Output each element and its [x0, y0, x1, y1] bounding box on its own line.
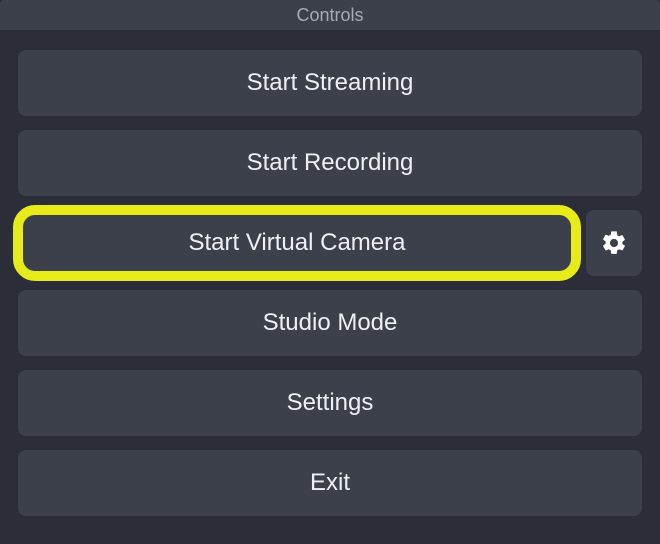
- exit-button[interactable]: Exit: [18, 450, 642, 516]
- panel-title: Controls: [0, 0, 660, 30]
- row-studio-mode: Studio Mode: [18, 290, 642, 356]
- start-virtual-camera-button[interactable]: Start Virtual Camera: [18, 210, 576, 276]
- row-settings: Settings: [18, 370, 642, 436]
- settings-button[interactable]: Settings: [18, 370, 642, 436]
- row-start-recording: Start Recording: [18, 130, 642, 196]
- studio-mode-button[interactable]: Studio Mode: [18, 290, 642, 356]
- start-streaming-button[interactable]: Start Streaming: [18, 50, 642, 116]
- row-start-virtual-camera: Start Virtual Camera: [18, 210, 642, 276]
- controls-panel: Controls Start Streaming Start Recording…: [0, 0, 660, 544]
- virtual-camera-settings-button[interactable]: [586, 210, 642, 276]
- panel-body: Start Streaming Start Recording Start Vi…: [0, 30, 660, 544]
- start-recording-button[interactable]: Start Recording: [18, 130, 642, 196]
- gear-icon: [600, 229, 628, 257]
- row-start-streaming: Start Streaming: [18, 50, 642, 116]
- row-exit: Exit: [18, 450, 642, 516]
